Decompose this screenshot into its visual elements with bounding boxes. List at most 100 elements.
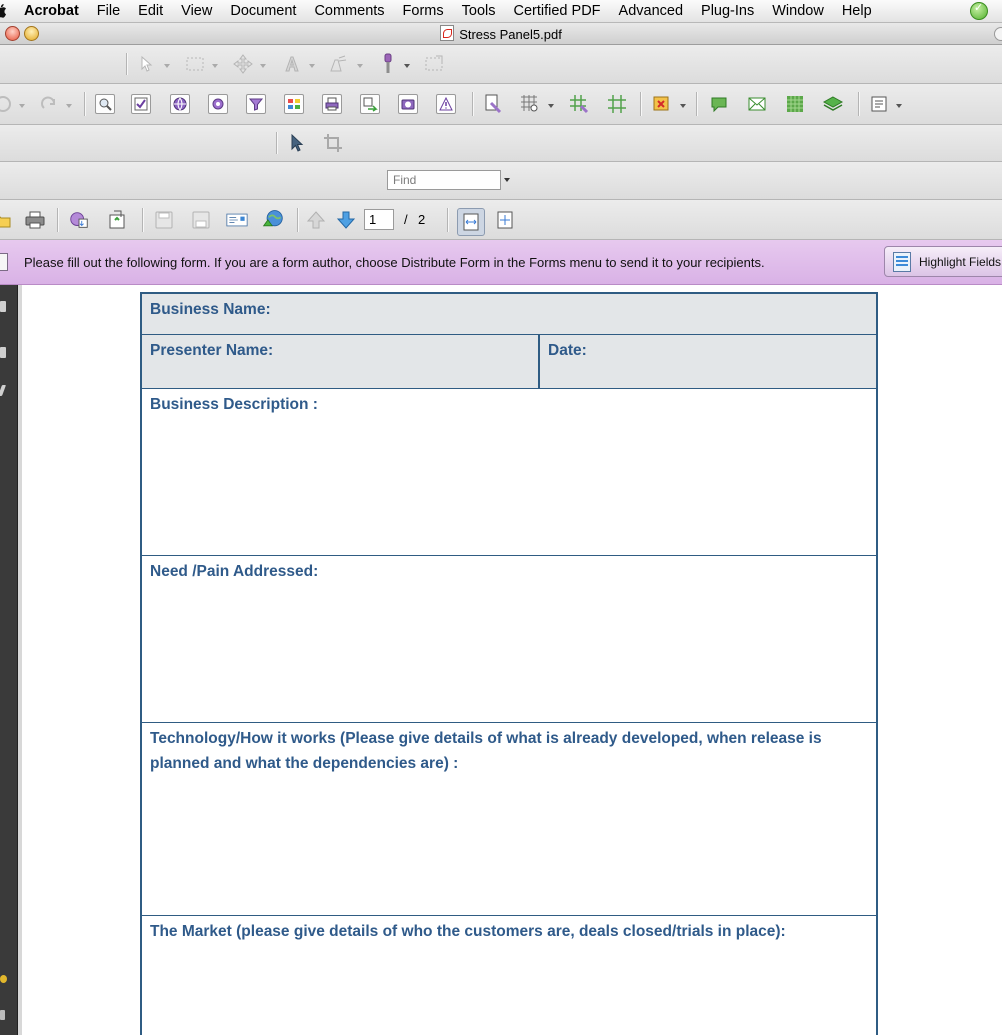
debugger-dropdown-icon[interactable] [680,104,686,108]
save-icon[interactable] [153,209,175,231]
next-page-icon[interactable] [335,209,357,231]
page-options-icon[interactable] [868,93,890,115]
crop-export-icon[interactable] [424,53,446,75]
highlight-fields-button[interactable]: Highlight Fields [884,246,1002,277]
preferences-gear-icon[interactable] [208,94,228,114]
save-as-icon[interactable] [190,209,212,231]
pen-tool-icon[interactable] [328,53,350,75]
menu-window[interactable]: Window [763,0,833,22]
menu-edit[interactable]: Edit [129,0,172,22]
form-message-bar: Please fill out the following form. If y… [0,240,1002,285]
attach-file-icon[interactable] [106,209,128,231]
pen-dropdown-icon[interactable] [357,64,363,68]
toolbar-toggle-button[interactable] [994,27,1002,41]
select-pointer-icon[interactable] [286,132,308,154]
previous-page-icon[interactable] [305,209,327,231]
open-folder-icon[interactable] [0,209,12,231]
highlight-fields-label: Highlight Fields [919,254,1002,269]
flattener-dropdown-icon[interactable] [548,104,554,108]
find-input[interactable] [388,171,500,189]
crop-pages-icon[interactable] [606,93,628,115]
menu-view[interactable]: View [172,0,221,22]
redo-dropdown-icon[interactable] [66,104,72,108]
market-label: The Market (please give details of who t… [150,923,786,940]
current-page-field[interactable]: 1 [364,209,394,230]
find-field [387,170,501,190]
technology-row[interactable]: Technology/How it works (Please give det… [142,723,876,916]
layers-icon[interactable] [822,93,844,115]
need-pain-label: Need /Pain Addressed: [150,563,319,580]
undo-icon[interactable] [0,93,14,115]
menu-comments[interactable]: Comments [305,0,393,22]
move-dropdown-icon[interactable] [260,64,266,68]
filter-icon[interactable] [246,94,266,114]
page-options-dropdown-icon[interactable] [896,104,902,108]
menu-certified-pdf[interactable]: Certified PDF [505,0,610,22]
comment-note-icon[interactable] [708,93,730,115]
create-pdf-icon[interactable] [68,209,90,231]
toolbar-separator [858,92,860,116]
menu-forms[interactable]: Forms [394,0,453,22]
text-tool-icon[interactable] [281,53,303,75]
move-tool-icon[interactable] [232,53,254,75]
status-check-icon[interactable] [970,1,988,20]
select-dropdown-icon[interactable] [164,64,170,68]
menu-help[interactable]: Help [833,0,881,22]
menu-plug-ins[interactable]: Plug-Ins [692,0,763,22]
signatures-panel-icon[interactable] [0,385,7,396]
touchup-dropdown-icon[interactable] [404,64,410,68]
toolbar-separator [696,92,698,116]
output-preview-icon[interactable] [398,94,418,114]
transparency-flattener-icon[interactable] [519,93,541,115]
technology-label-line2: planned and what the dependencies are) : [150,755,459,772]
fix-hairlines-icon[interactable] [483,93,505,115]
toolbar-separator [126,53,128,75]
print-icon[interactable] [24,209,46,231]
menu-bar: Acrobat File Edit View Document Comments… [0,0,1002,23]
find-dropdown-icon[interactable] [504,178,510,182]
print-production-icon[interactable] [322,94,342,114]
zoom-view-icon[interactable] [95,94,115,114]
find-toolbar [0,162,1002,200]
crop-tool-icon[interactable] [322,132,344,154]
select-arrow-icon[interactable] [136,53,158,75]
web-capture-icon[interactable] [170,94,190,114]
marquee-select-icon[interactable] [184,53,206,75]
email-icon[interactable] [226,209,248,231]
attachments-panel-icon[interactable] [0,975,7,983]
convert-colors-icon[interactable] [360,94,380,114]
undo-dropdown-icon[interactable] [19,104,25,108]
business-description-row[interactable]: Business Description : [142,389,876,556]
menu-tools[interactable]: Tools [453,0,505,22]
javascript-debugger-icon[interactable] [652,93,674,115]
bookmarks-panel-icon[interactable] [0,347,6,358]
menu-acrobat[interactable]: Acrobat [22,0,88,22]
navigation-toolbar [0,200,1002,240]
pages-panel-icon[interactable] [0,301,6,312]
pattern-icon[interactable] [784,93,806,115]
menu-document[interactable]: Document [221,0,305,22]
business-name-row[interactable]: Business Name: [142,294,876,335]
select-toolbar [0,125,1002,162]
help-panel-icon[interactable] [0,1010,5,1020]
form-table: Business Name: Presenter Name: Date: Bus… [140,292,878,1035]
menu-file[interactable]: File [88,0,129,22]
form-check-icon[interactable] [131,94,151,114]
text-dropdown-icon[interactable] [309,64,315,68]
redo-icon[interactable] [38,93,60,115]
market-row[interactable]: The Market (please give details of who t… [142,916,876,1035]
color-separation-icon[interactable] [284,94,304,114]
preflight-warning-icon[interactable] [436,94,456,114]
apple-icon[interactable] [0,3,8,19]
marquee-dropdown-icon[interactable] [212,64,218,68]
editing-toolbar [0,45,1002,84]
send-email-icon[interactable] [746,93,768,115]
form-document-icon [0,253,8,271]
need-pain-row[interactable]: Need /Pain Addressed: [142,556,876,723]
add-printer-marks-icon[interactable] [568,93,590,115]
fit-page-icon[interactable] [494,209,516,231]
collaborate-globe-icon[interactable] [262,208,284,230]
fit-width-icon[interactable] [457,208,485,236]
touchup-tool-icon[interactable] [377,53,399,75]
menu-advanced[interactable]: Advanced [610,0,693,22]
